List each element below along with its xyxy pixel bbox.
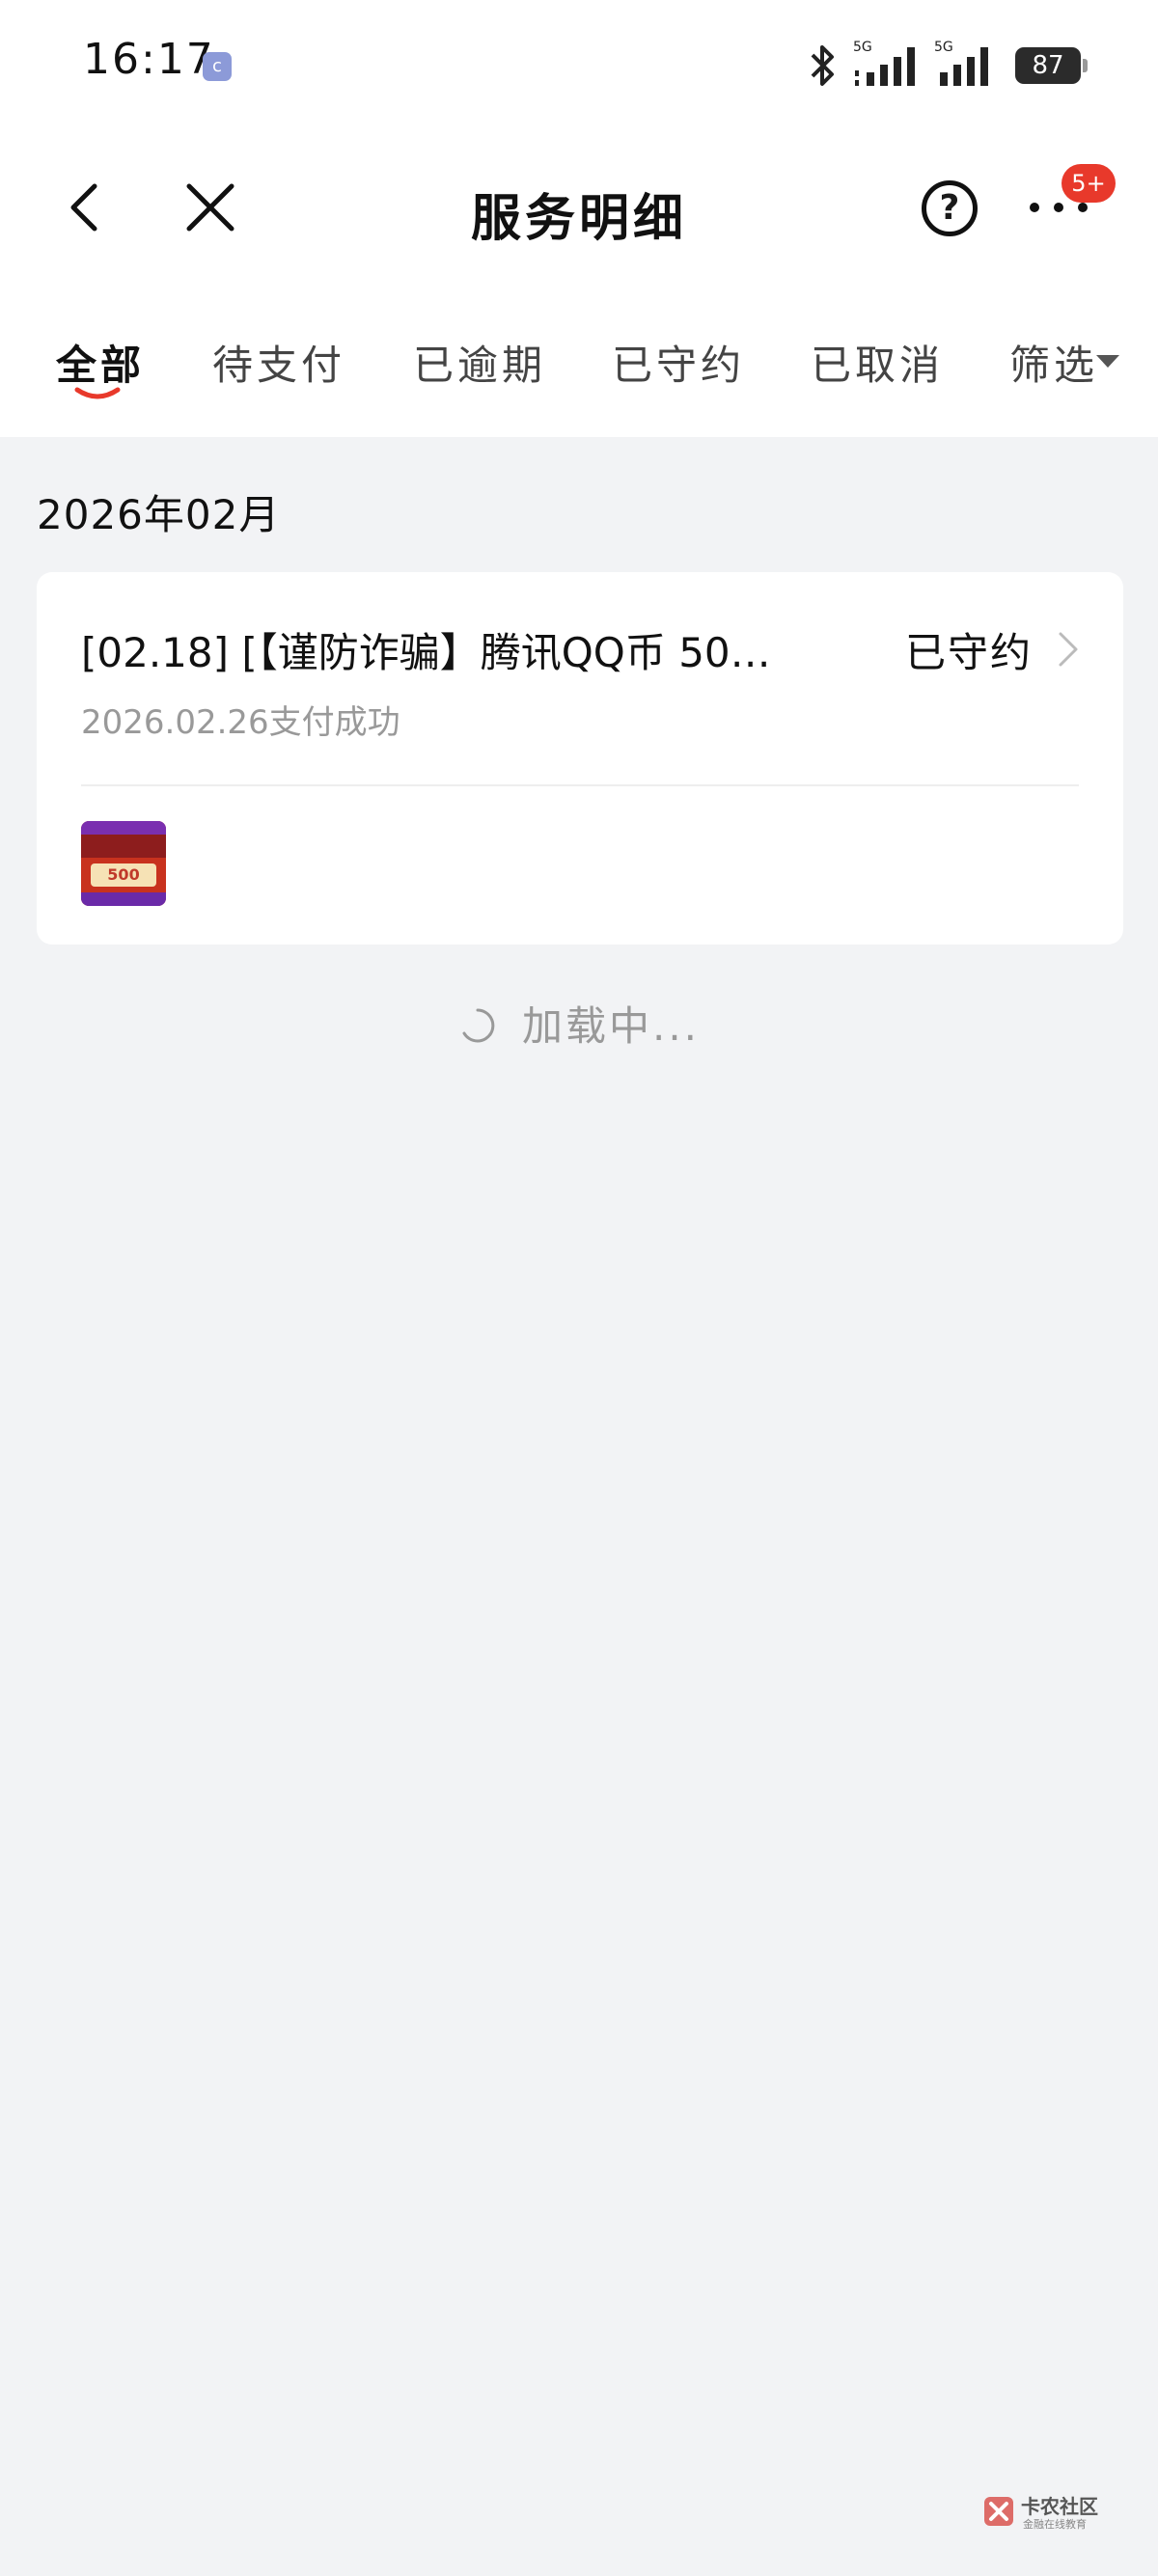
card-divider — [81, 784, 1079, 786]
status-indicators: 5G 5G 87 — [805, 37, 1088, 95]
status-bar: 16:17 c 5G 5G 87 — [0, 0, 1158, 135]
loading-indicator: 加载中... — [0, 994, 1158, 1053]
watermark-subtitle: 金融在线教育 — [1023, 2518, 1087, 2531]
tab-cancelled[interactable]: 已取消 — [811, 333, 944, 392]
page-title: 服务明细 — [470, 190, 687, 248]
chevron-right-icon — [1059, 632, 1078, 667]
battery-indicator: 87 — [1015, 47, 1088, 84]
service-details-page: 16:17 c 5G 5G 87 服务明细 ? 5+ 全部 待支付 已逾期 已守… — [0, 0, 1158, 2576]
navigation-bar: 服务明细 ? 5+ — [0, 135, 1158, 294]
network-type-1: 5G — [853, 40, 872, 55]
product-thumbnail[interactable]: 500 — [81, 821, 166, 906]
thumbnail-header-band — [81, 835, 166, 858]
service-record-card[interactable]: [02.18] [【谨防诈骗】腾讯QQ币 50… 已守约 2026.02.26支… — [37, 572, 1123, 945]
signal-strength-1-icon: 5G — [853, 40, 921, 90]
signal-strength-2-icon: 5G — [934, 40, 1002, 90]
watermark-logo-icon — [984, 2497, 1013, 2526]
thumbnail-amount: 500 — [107, 865, 140, 884]
tab-all[interactable]: 全部 — [56, 333, 145, 392]
thumbnail-bottom-band — [81, 892, 166, 906]
tab-pending-payment[interactable]: 待支付 — [212, 333, 345, 392]
help-icon[interactable]: ? — [922, 180, 978, 236]
record-title: [02.18] [【谨防诈骗】腾讯QQ币 50… — [81, 629, 771, 676]
network-type-2: 5G — [934, 40, 953, 55]
status-tabs: 全部 待支付 已逾期 已守约 已取消 筛选 — [0, 294, 1158, 437]
month-heading: 2026年02月 — [37, 491, 281, 538]
thumbnail-top-band — [81, 821, 166, 835]
record-payment-date: 2026.02.26支付成功 — [81, 703, 400, 742]
status-time: 16:17 — [83, 35, 215, 84]
bluetooth-icon — [811, 45, 834, 86]
watermark-title: 卡农社区 — [1021, 2495, 1098, 2518]
active-tab-indicator — [74, 387, 121, 399]
watermark: 卡农社区 金融在线教育 — [982, 2489, 1127, 2537]
record-status: 已守约 — [905, 629, 1034, 676]
tab-overdue[interactable]: 已逾期 — [413, 333, 546, 392]
loading-text: 加载中... — [521, 1002, 701, 1050]
tab-fulfilled[interactable]: 已守约 — [612, 333, 745, 392]
filter-dropdown-caret-icon[interactable] — [1096, 355, 1119, 368]
tab-filter[interactable]: 筛选 — [1009, 333, 1098, 392]
loading-spinner-icon — [462, 1008, 495, 1042]
notification-badge: 5+ — [1062, 164, 1116, 203]
app-notification-icon: c — [203, 52, 232, 81]
